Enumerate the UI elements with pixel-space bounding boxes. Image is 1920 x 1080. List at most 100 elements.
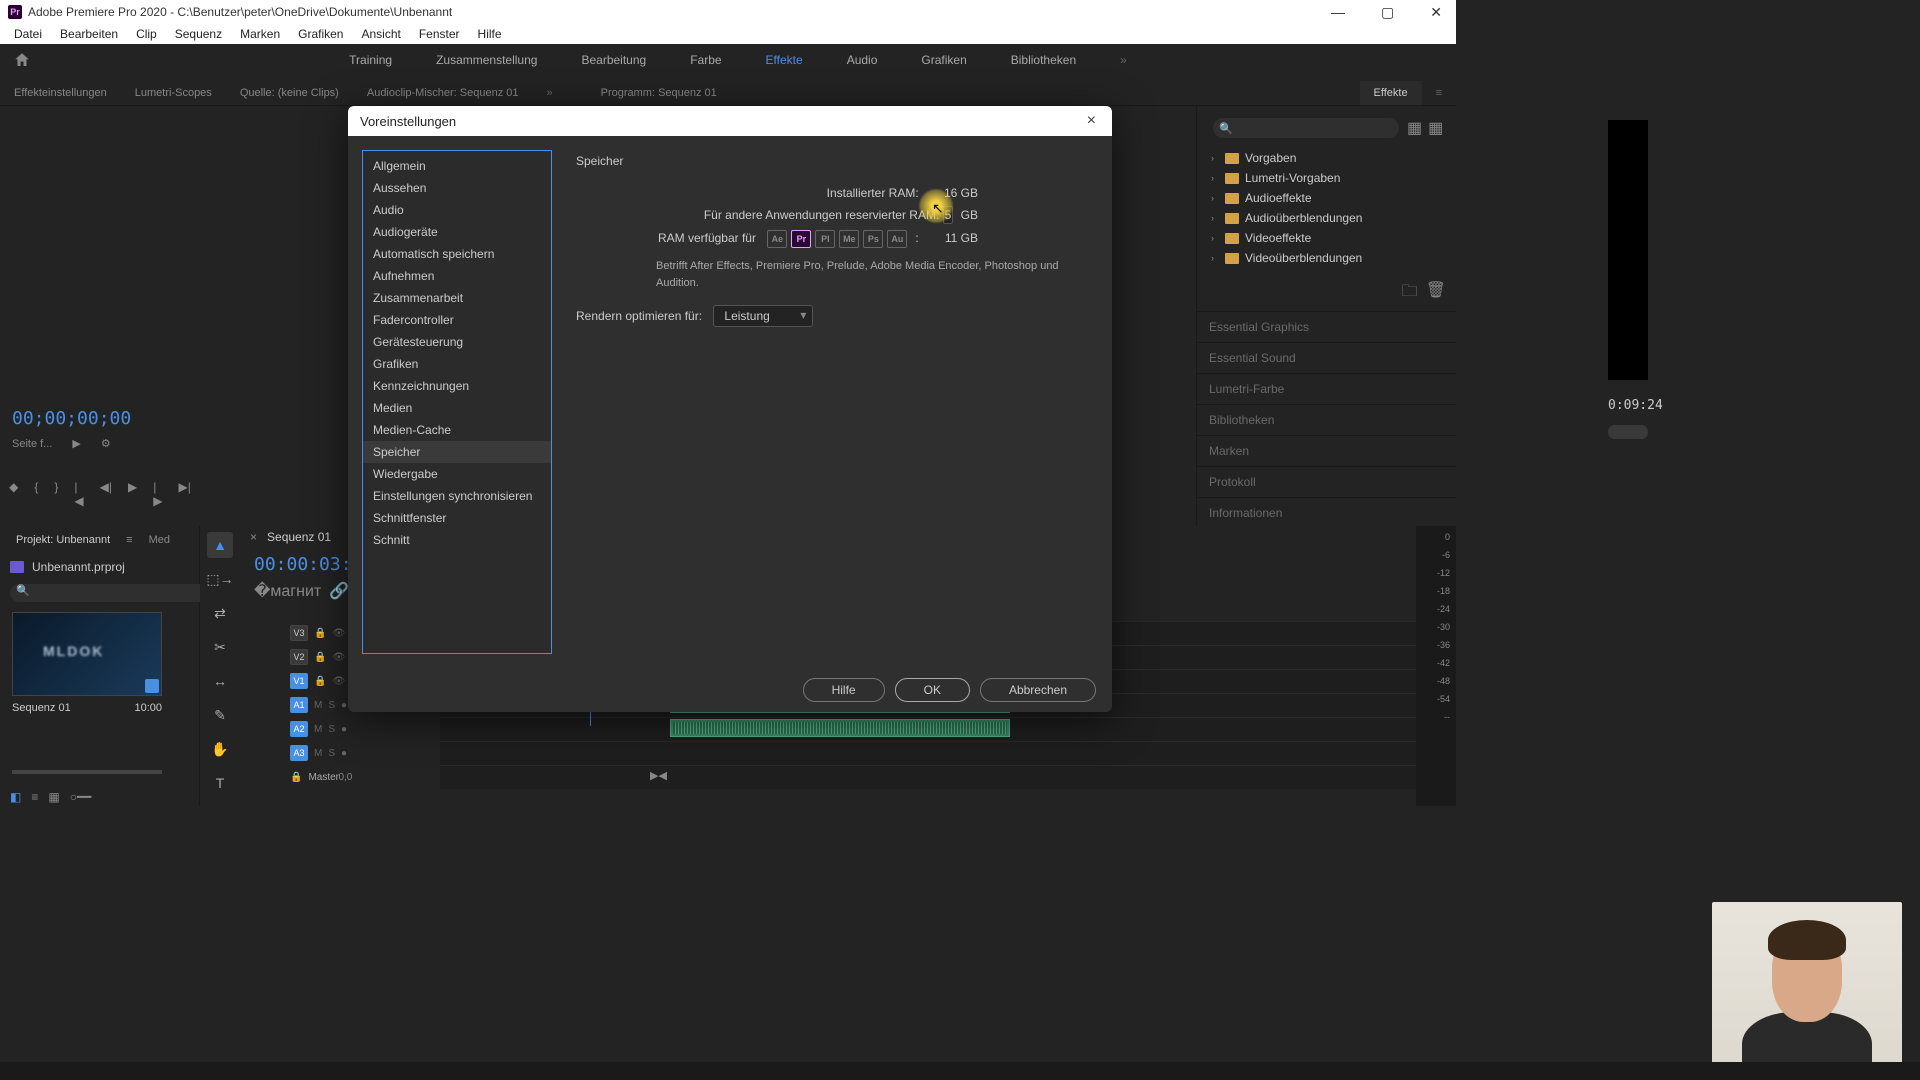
tab-effekte[interactable]: Effekte <box>1360 81 1422 105</box>
mark-out-icon[interactable]: } <box>54 480 58 508</box>
pref-category-item[interactable]: Einstellungen synchronisieren <box>363 485 551 507</box>
pref-category-item[interactable]: Medien <box>363 397 551 419</box>
workspace-grafiken[interactable]: Grafiken <box>919 49 968 71</box>
track-toggle[interactable]: V1 <box>290 673 308 689</box>
tab-audioclip-mischer[interactable]: Audioclip-Mischer: Sequenz 01 <box>353 81 533 105</box>
collapsed-panel[interactable]: Bibliotheken <box>1197 404 1456 435</box>
menu-fenster[interactable]: Fenster <box>411 25 468 43</box>
effects-folder[interactable]: ›Lumetri-Vorgaben <box>1205 168 1448 188</box>
tab-overflow-icon[interactable]: ≡ <box>118 530 140 550</box>
tab-effekteinstellungen[interactable]: Effekteinstellungen <box>0 81 121 105</box>
mute-icon[interactable]: M <box>314 748 322 759</box>
pref-category-item[interactable]: Zusammenarbeit <box>363 287 551 309</box>
effects-folder[interactable]: ›Audioeffekte <box>1205 188 1448 208</box>
menu-grafiken[interactable]: Grafiken <box>290 25 351 43</box>
type-tool[interactable]: T <box>207 770 233 796</box>
workspace-farbe[interactable]: Farbe <box>688 49 723 71</box>
menu-ansicht[interactable]: Ansicht <box>353 25 408 43</box>
track-eye-icon[interactable]: 👁 <box>332 628 345 639</box>
track-eye-icon[interactable]: 👁 <box>332 676 345 687</box>
cancel-button[interactable]: Abbrechen <box>980 678 1096 702</box>
close-window-button[interactable]: ✕ <box>1424 4 1448 21</box>
source-play-icon[interactable]: ▶ <box>72 437 80 450</box>
collapse-icon[interactable]: ▶◀ <box>650 769 667 782</box>
goto-in-icon[interactable]: |◀ <box>74 480 83 508</box>
pref-category-item[interactable]: Audio <box>363 199 551 221</box>
track-eye-icon[interactable]: 👁 <box>332 652 345 663</box>
razor-tool[interactable]: ✂ <box>207 634 233 660</box>
track-select-tool[interactable]: ⬚→ <box>207 566 233 592</box>
selection-tool[interactable]: ▲ <box>207 532 233 558</box>
menu-datei[interactable]: Datei <box>6 25 50 43</box>
step-back-icon[interactable]: ◀| <box>100 480 112 508</box>
effects-search-input[interactable] <box>1213 118 1399 138</box>
ok-button[interactable]: OK <box>895 678 970 702</box>
list-view-icon[interactable]: ≡ <box>31 790 38 804</box>
dialog-close-button[interactable]: × <box>1083 112 1100 130</box>
tab-effekte-menu-icon[interactable]: ≡ <box>1422 81 1456 105</box>
minimize-button[interactable]: — <box>1325 4 1351 21</box>
timeline-close-icon[interactable]: × <box>250 530 257 544</box>
tab-overflow-icon[interactable]: » <box>533 81 567 105</box>
menu-sequenz[interactable]: Sequenz <box>167 25 230 43</box>
master-value[interactable]: 0,0 <box>338 772 352 783</box>
home-icon[interactable] <box>12 51 32 69</box>
effects-folder[interactable]: ›Audioüberblendungen <box>1205 208 1448 228</box>
solo-icon[interactable]: S <box>328 724 335 735</box>
track-lock-icon[interactable]: 🔒 <box>314 676 326 687</box>
program-scrollbar[interactable] <box>1608 425 1648 439</box>
tab-programm[interactable]: Programm: Sequenz 01 <box>587 81 731 105</box>
track-toggle[interactable]: A1 <box>290 697 308 713</box>
workspace-audio[interactable]: Audio <box>845 49 880 71</box>
mark-in-icon[interactable]: { <box>34 480 38 508</box>
workspace-bibliotheken[interactable]: Bibliotheken <box>1009 49 1078 71</box>
record-icon[interactable]: ● <box>341 748 347 759</box>
pen-tool[interactable]: ✎ <box>207 702 233 728</box>
record-icon[interactable]: ● <box>341 700 347 711</box>
pref-category-item[interactable]: Schnitt <box>363 529 551 551</box>
pref-category-item[interactable]: Automatisch speichern <box>363 243 551 265</box>
tab-projekt[interactable]: Projekt: Unbenannt <box>8 530 118 550</box>
effects-new-bin-icon[interactable]: ▦ <box>1428 118 1443 138</box>
tab-quelle[interactable]: Quelle: (keine Clips) <box>226 81 353 105</box>
track-toggle[interactable]: A3 <box>290 745 308 761</box>
solo-icon[interactable]: S <box>328 748 335 759</box>
add-marker-icon[interactable]: ◆ <box>9 480 18 508</box>
menu-hilfe[interactable]: Hilfe <box>470 25 510 43</box>
pref-category-item[interactable]: Aufnehmen <box>363 265 551 287</box>
track-lock-icon[interactable]: 🔒 <box>314 628 326 639</box>
menu-clip[interactable]: Clip <box>128 25 165 43</box>
icon-view-icon[interactable]: ▦ <box>48 790 59 804</box>
workspace-training[interactable]: Training <box>347 49 394 71</box>
project-clip-thumbnail[interactable]: Sequenz 01 10:00 <box>12 612 162 774</box>
collapsed-panel[interactable]: Essential Sound <box>1197 342 1456 373</box>
mute-icon[interactable]: M <box>314 700 322 711</box>
hand-tool[interactable]: ✋ <box>207 736 233 762</box>
workspace-bearbeitung[interactable]: Bearbeitung <box>579 49 648 71</box>
collapsed-panel[interactable]: Informationen <box>1197 497 1456 528</box>
pref-category-item[interactable]: Gerätesteuerung <box>363 331 551 353</box>
freeform-view-icon[interactable]: ◧ <box>10 790 21 804</box>
project-search-input[interactable] <box>10 584 231 602</box>
source-fit-dropdown[interactable]: Seite f... <box>12 438 52 450</box>
timeline-sequence-name[interactable]: Sequenz 01 <box>267 530 331 544</box>
mute-icon[interactable]: M <box>314 724 322 735</box>
track-toggle[interactable]: V3 <box>290 625 308 641</box>
effects-folder[interactable]: ›Vorgaben <box>1205 148 1448 168</box>
track-lock-icon[interactable]: 🔒 <box>314 652 326 663</box>
effects-folder[interactable]: ›Videoeffekte <box>1205 228 1448 248</box>
play-icon[interactable]: ▶ <box>128 480 137 508</box>
snap-icon[interactable]: �магнит <box>254 581 321 601</box>
ripple-edit-tool[interactable]: ⇄ <box>207 600 233 626</box>
pref-category-item[interactable]: Fadercontroller <box>363 309 551 331</box>
track-toggle[interactable]: A2 <box>290 721 308 737</box>
zoom-slider[interactable]: ○━━ <box>70 790 92 804</box>
optimize-dropdown[interactable]: Leistung <box>713 305 813 327</box>
pref-category-item[interactable]: Grafiken <box>363 353 551 375</box>
pref-category-item[interactable]: Medien-Cache <box>363 419 551 441</box>
pref-category-item[interactable]: Schnittfenster <box>363 507 551 529</box>
lock-icon[interactable]: 🔒 <box>290 772 302 783</box>
help-button[interactable]: Hilfe <box>803 678 885 702</box>
tab-lumetri-scopes[interactable]: Lumetri-Scopes <box>121 81 226 105</box>
audio-clip[interactable] <box>670 719 1010 737</box>
